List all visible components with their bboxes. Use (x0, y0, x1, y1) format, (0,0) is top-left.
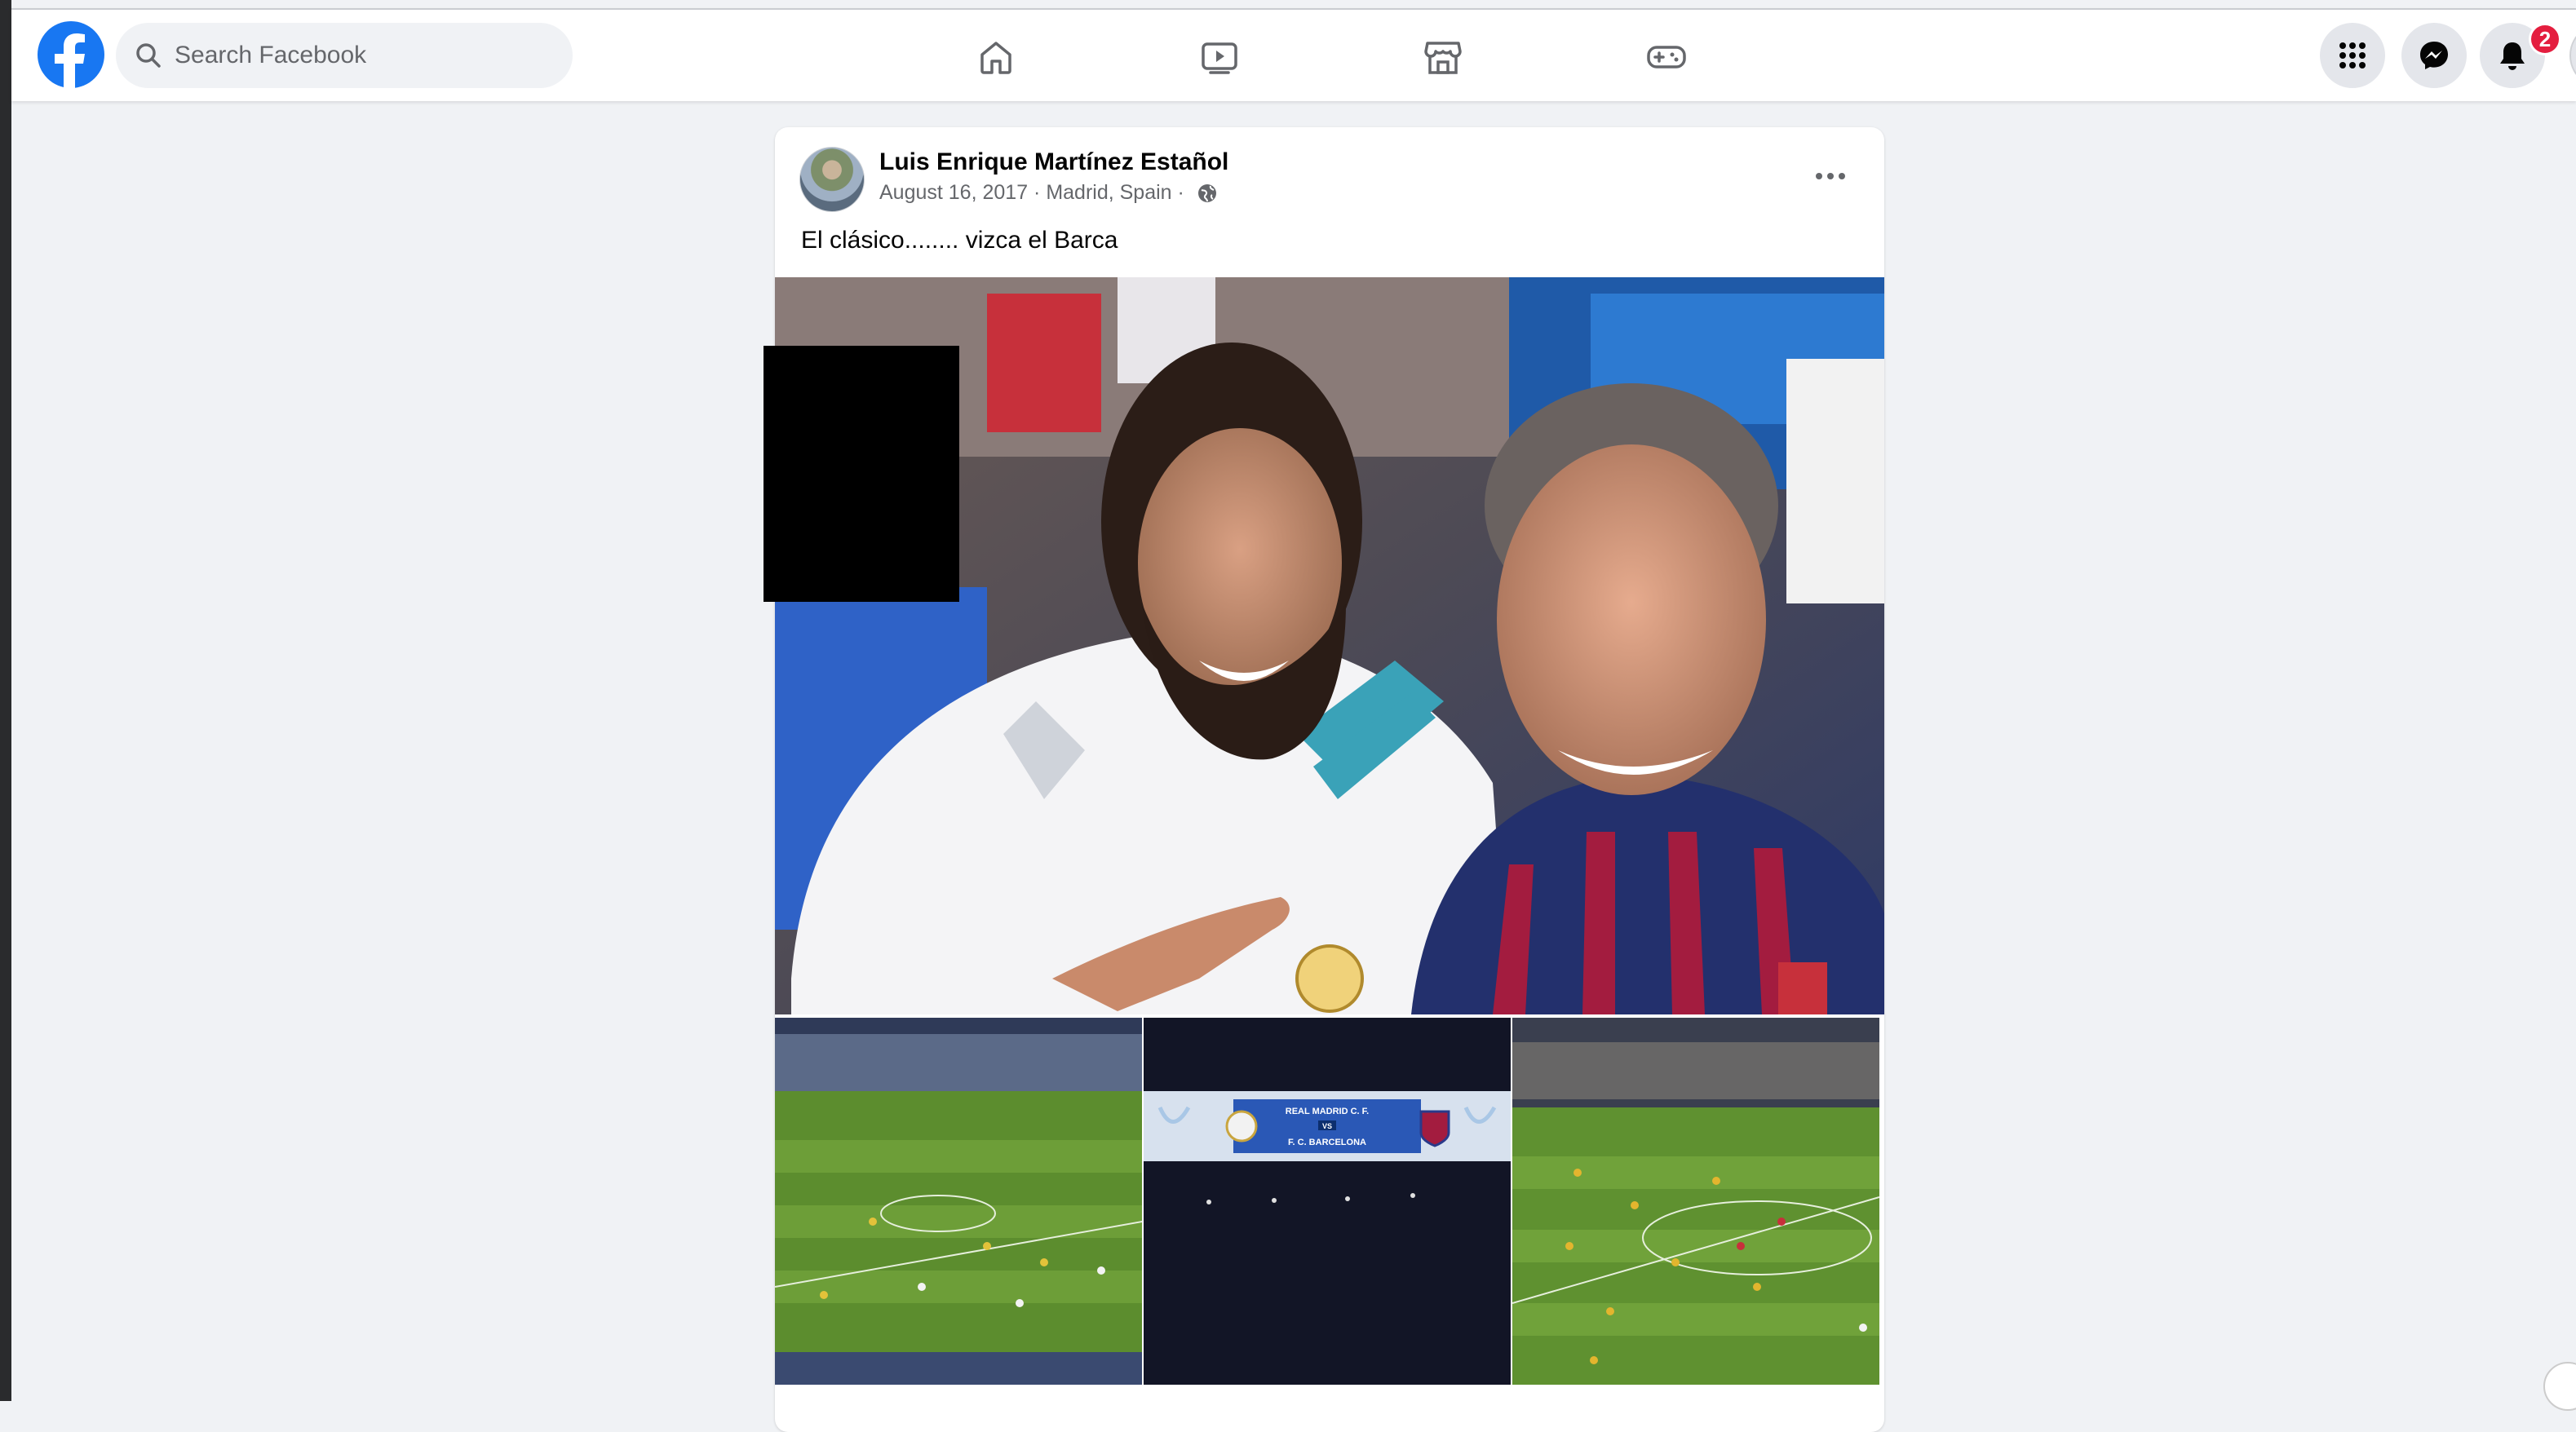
post-date[interactable]: August 16, 2017 (879, 181, 1028, 205)
gaming-icon (1647, 46, 1686, 69)
messenger-button[interactable] (2401, 23, 2467, 88)
post-thumbnail-3[interactable] (1512, 1018, 1879, 1385)
author-avatar[interactable] (799, 147, 865, 212)
post-author-name[interactable]: Luis Enrique Martínez Estañol (879, 148, 1228, 176)
search-icon (136, 43, 161, 68)
nav-tab-watch[interactable] (1175, 26, 1264, 88)
more-horizontal-icon (1816, 173, 1845, 179)
menu-button[interactable] (2320, 23, 2385, 88)
post-options-button[interactable] (1806, 158, 1855, 194)
top-navigation-bar: 2 (11, 8, 2576, 101)
post-location[interactable]: Madrid, Spain (1046, 181, 1171, 205)
search-input[interactable] (175, 38, 550, 73)
nav-tab-gaming[interactable] (1622, 26, 1711, 88)
marketplace-icon (1424, 42, 1462, 74)
globe-icon[interactable] (1197, 183, 1218, 204)
scoreboard-photo: REAL MADRID C. F. VS F. C. BARCELONA (1144, 1018, 1511, 1385)
watch-icon (1202, 42, 1237, 74)
post-card: Luis Enrique Martínez Estañol August 16,… (775, 127, 1884, 1432)
bell-icon (2500, 42, 2525, 70)
meta-separator: · (1028, 181, 1047, 204)
facebook-logo-icon[interactable] (38, 21, 104, 88)
notification-count-badge: 2 (2529, 23, 2561, 55)
post-thumbnail-2[interactable]: REAL MADRID C. F. VS F. C. BARCELONA (1144, 1018, 1511, 1385)
meta-separator: · (1171, 181, 1190, 204)
post-thumbnail-1[interactable] (775, 1018, 1142, 1385)
home-icon (980, 42, 1011, 74)
nav-tab-marketplace[interactable] (1398, 26, 1488, 88)
screen: 2 Luis Enrique Martínez Estañol August 1… (0, 0, 2576, 1432)
scoreboard-top-text: REAL MADRID C. F. (1286, 1107, 1369, 1116)
scoreboard-bottom-text: F. C. BARCELONA (1288, 1138, 1366, 1147)
nav-tab-home[interactable] (951, 26, 1041, 88)
messenger-icon (2420, 42, 2448, 69)
redaction-block (764, 346, 959, 602)
scoreboard-vs-text: VS (1322, 1122, 1332, 1130)
chat-bubble-button[interactable] (2543, 1362, 2576, 1411)
post-text: El clásico........ vizca el Barca (801, 227, 1118, 254)
account-button[interactable] (2569, 23, 2576, 88)
stadium-warmup-photo (1512, 1018, 1879, 1385)
menu-grid-icon (2339, 42, 2366, 69)
post-meta: August 16, 2017 · Madrid, Spain · (879, 181, 1218, 205)
stadium-pitch-photo (775, 1018, 1142, 1385)
search-box[interactable] (116, 23, 573, 88)
background-window-strip (0, 0, 11, 1401)
